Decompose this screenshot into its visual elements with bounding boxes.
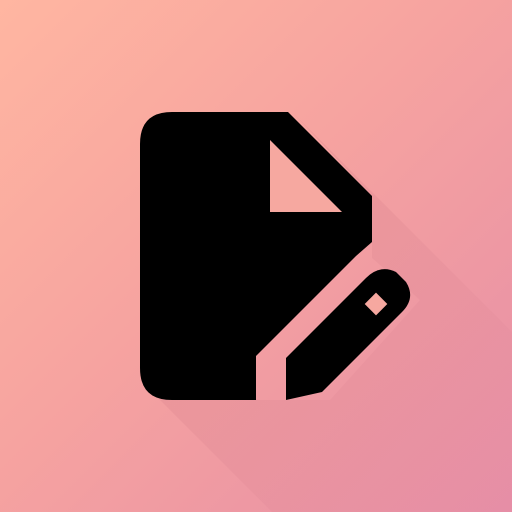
edit-document-icon [140,112,512,512]
app-icon-tile [0,0,512,512]
